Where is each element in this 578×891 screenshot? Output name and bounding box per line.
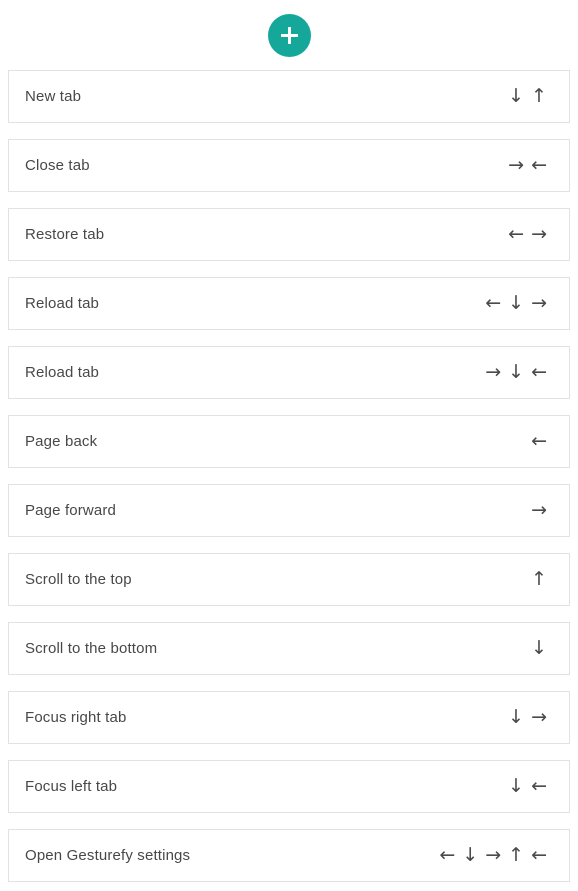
command-card[interactable]: Restore tab ← → bbox=[8, 208, 570, 261]
command-list: New tab ↓ ↑ Close tab → ← Restore tab ← → Reload … bbox=[0, 70, 578, 882]
command-card[interactable]: Close tab → ← bbox=[8, 139, 570, 192]
plus-icon bbox=[280, 26, 298, 44]
arrow-left-icon: ← bbox=[531, 775, 547, 797]
gesture-pattern: → ↓ ← bbox=[485, 363, 547, 382]
command-label: New tab bbox=[25, 88, 82, 105]
command-label: Scroll to the bottom bbox=[25, 640, 158, 657]
arrow-right-icon: → bbox=[531, 292, 547, 314]
gesture-pattern: ← → bbox=[508, 225, 547, 244]
command-card[interactable]: Scroll to the top ↑ bbox=[8, 553, 570, 606]
command-card[interactable]: Open Gesturefy settings ← ↓ → ↑ ← bbox=[8, 829, 570, 882]
arrow-down-icon: ↓ bbox=[462, 844, 479, 866]
arrow-down-icon: ↓ bbox=[531, 637, 547, 659]
arrow-right-icon: → bbox=[485, 361, 502, 383]
arrow-down-icon: ↓ bbox=[508, 292, 525, 314]
command-label: Restore tab bbox=[25, 226, 105, 243]
command-card[interactable]: Page back ← bbox=[8, 415, 570, 468]
command-label: Scroll to the top bbox=[25, 571, 132, 588]
arrow-right-icon: → bbox=[508, 154, 525, 176]
add-command-button[interactable] bbox=[267, 13, 311, 57]
command-card[interactable]: Focus left tab ↓ ← bbox=[8, 760, 570, 813]
command-label: Open Gesturefy settings bbox=[25, 847, 191, 864]
command-label: Page back bbox=[25, 433, 98, 450]
command-card[interactable]: Scroll to the bottom ↓ bbox=[8, 622, 570, 675]
arrow-left-icon: ← bbox=[531, 361, 547, 383]
gesture-command-list-page: New tab ↓ ↑ Close tab → ← Restore tab ← → Reload … bbox=[0, 0, 578, 891]
gesture-pattern: ← ↓ → ↑ ← bbox=[439, 846, 547, 865]
arrow-up-icon: ↑ bbox=[508, 844, 525, 866]
command-card[interactable]: Reload tab → ↓ ← bbox=[8, 346, 570, 399]
arrow-down-icon: ↓ bbox=[508, 775, 525, 797]
command-label: Focus right tab bbox=[25, 709, 127, 726]
arrow-right-icon: → bbox=[485, 844, 502, 866]
gesture-pattern: ← bbox=[531, 432, 547, 451]
command-label: Reload tab bbox=[25, 364, 100, 381]
arrow-left-icon: ← bbox=[485, 292, 502, 314]
arrow-down-icon: ↓ bbox=[508, 706, 525, 728]
arrow-left-icon: ← bbox=[531, 844, 547, 866]
arrow-left-icon: ← bbox=[508, 223, 525, 245]
gesture-pattern: ↑ bbox=[531, 570, 547, 589]
arrow-down-icon: ↓ bbox=[508, 85, 525, 107]
arrow-right-icon: → bbox=[531, 706, 547, 728]
arrow-right-icon: → bbox=[531, 223, 547, 245]
add-command-toolbar bbox=[0, 0, 578, 70]
gesture-pattern: ↓ → bbox=[508, 708, 547, 727]
gesture-pattern: ← ↓ → bbox=[485, 294, 547, 313]
command-label: Focus left tab bbox=[25, 778, 118, 795]
arrow-up-icon: ↑ bbox=[531, 568, 547, 590]
command-label: Close tab bbox=[25, 157, 90, 174]
arrow-left-icon: ← bbox=[531, 430, 547, 452]
command-card[interactable]: Focus right tab ↓ → bbox=[8, 691, 570, 744]
command-label: Page forward bbox=[25, 502, 117, 519]
arrow-down-icon: ↓ bbox=[508, 361, 525, 383]
gesture-pattern: → bbox=[531, 501, 547, 520]
gesture-pattern: ↓ ↑ bbox=[508, 87, 547, 106]
gesture-pattern: ↓ ← bbox=[508, 777, 547, 796]
arrow-right-icon: → bbox=[531, 499, 547, 521]
command-label: Reload tab bbox=[25, 295, 100, 312]
arrow-left-icon: ← bbox=[531, 154, 547, 176]
arrow-left-icon: ← bbox=[439, 844, 456, 866]
arrow-up-icon: ↑ bbox=[531, 85, 547, 107]
command-card[interactable]: Reload tab ← ↓ → bbox=[8, 277, 570, 330]
gesture-pattern: → ← bbox=[508, 156, 547, 175]
command-card[interactable]: Page forward → bbox=[8, 484, 570, 537]
command-card[interactable]: New tab ↓ ↑ bbox=[8, 70, 570, 123]
gesture-pattern: ↓ bbox=[531, 639, 547, 658]
